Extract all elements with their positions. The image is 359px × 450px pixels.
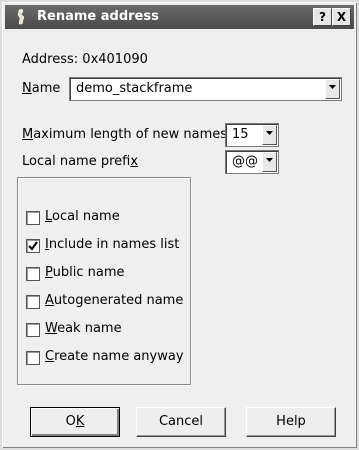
window-title: Rename address [37, 9, 159, 24]
weak-name-checkbox[interactable] [26, 323, 40, 337]
title-bar[interactable]: Rename address ? X [5, 5, 354, 29]
rename-address-dialog: Rename address ? X Address: 0x401090 Nam… [0, 0, 359, 450]
chevron-down-icon [266, 131, 273, 135]
chevron-down-icon [329, 85, 336, 89]
autogenerated-name-checkbox[interactable] [26, 295, 40, 309]
name-value[interactable]: demo_stackframe [76, 81, 192, 96]
create-name-anyway-checkbox[interactable] [26, 351, 40, 365]
prefix-value[interactable]: @@ [232, 154, 258, 169]
ok-button[interactable]: OK [30, 407, 120, 437]
public-name-checkbox[interactable] [26, 267, 40, 281]
prefix-combobox[interactable]: @@ [225, 150, 279, 174]
help-title-button[interactable]: ? [313, 8, 332, 26]
max-length-label: Maximum length of new names [22, 127, 228, 142]
include-in-names-checkbox[interactable] [26, 239, 40, 253]
name-options-group: Local name Include in names list Public … [17, 177, 191, 385]
address-line: Address: 0x401090 [22, 52, 148, 67]
name-dropdown-button[interactable] [325, 79, 340, 99]
close-button[interactable]: X [332, 8, 351, 26]
chevron-down-icon [266, 158, 273, 162]
address-value: 0x401090 [82, 52, 148, 67]
max-length-value[interactable]: 15 [232, 127, 249, 142]
local-name-checkbox[interactable] [26, 211, 40, 225]
address-label: Address: [22, 52, 79, 67]
name-combobox[interactable]: demo_stackframe [69, 77, 342, 101]
max-length-combobox[interactable]: 15 [225, 123, 279, 147]
check-icon [28, 241, 38, 251]
ida-app-icon [17, 8, 25, 25]
prefix-dropdown-button[interactable] [262, 152, 277, 172]
name-label: Name [22, 81, 61, 96]
prefix-label: Local name prefix [22, 154, 139, 169]
cancel-button[interactable]: Cancel [136, 407, 226, 437]
max-length-dropdown-button[interactable] [262, 125, 277, 145]
help-button[interactable]: Help [246, 407, 336, 437]
